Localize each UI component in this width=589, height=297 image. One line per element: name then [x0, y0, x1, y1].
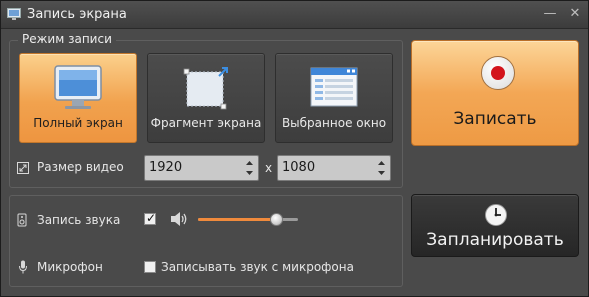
record-button-label: Записать	[453, 109, 537, 129]
title-bar: Запись экрана — ✕	[1, 1, 588, 29]
recording-mode-legend: Режим записи	[18, 32, 116, 46]
volume-slider-fill	[198, 218, 276, 221]
app-icon	[7, 8, 21, 20]
volume-slider-thumb[interactable]	[270, 213, 283, 226]
height-spin-arrows-icon[interactable]	[377, 159, 386, 177]
resize-icon	[17, 162, 29, 174]
microphone-label: Микрофон	[37, 260, 103, 274]
video-height-spinner[interactable]: 1080	[277, 155, 391, 181]
record-button[interactable]: Записать	[411, 40, 579, 146]
selected-window-tile[interactable]: Выбранное окно	[275, 53, 393, 143]
mic-record-checkbox-label[interactable]: Записывать звук с микрофона	[161, 260, 354, 274]
monitor-icon	[54, 65, 102, 109]
screen-fragment-label: Фрагмент экрана	[150, 116, 262, 130]
record-icon	[481, 56, 515, 90]
screen-record-window: Запись экрана — ✕ Режим записи Полный эк…	[0, 0, 589, 297]
full-screen-label: Полный экран	[33, 116, 123, 130]
size-separator: x	[265, 161, 273, 175]
volume-icon	[171, 212, 187, 226]
video-height-value: 1080	[282, 160, 316, 175]
volume-slider[interactable]	[198, 218, 298, 221]
selected-window-icon	[310, 67, 358, 107]
schedule-button[interactable]: Запланировать	[411, 194, 579, 257]
selected-window-label: Выбранное окно	[281, 116, 387, 130]
window-title: Запись экрана	[27, 7, 127, 22]
mic-record-checkbox[interactable]	[144, 261, 156, 273]
width-spin-arrows-icon[interactable]	[245, 159, 254, 177]
video-width-value: 1920	[149, 160, 183, 175]
video-size-label: Размер видео	[37, 160, 124, 174]
video-width-spinner[interactable]: 1920	[144, 155, 259, 181]
close-button[interactable]: ✕	[566, 5, 584, 23]
microphone-icon	[19, 260, 27, 274]
speaker-icon	[17, 213, 27, 227]
sound-record-checkbox[interactable]: ✓	[144, 211, 157, 225]
minimize-button[interactable]: —	[541, 5, 559, 23]
screen-fragment-tile[interactable]: Фрагмент экрана	[147, 53, 265, 143]
checkmark-icon: ✓	[146, 211, 157, 225]
sound-record-label: Запись звука	[37, 213, 121, 227]
clock-icon	[485, 204, 507, 226]
schedule-button-label: Запланировать	[426, 230, 564, 250]
screen-fragment-icon	[183, 67, 228, 110]
full-screen-tile[interactable]: Полный экран	[19, 53, 137, 143]
